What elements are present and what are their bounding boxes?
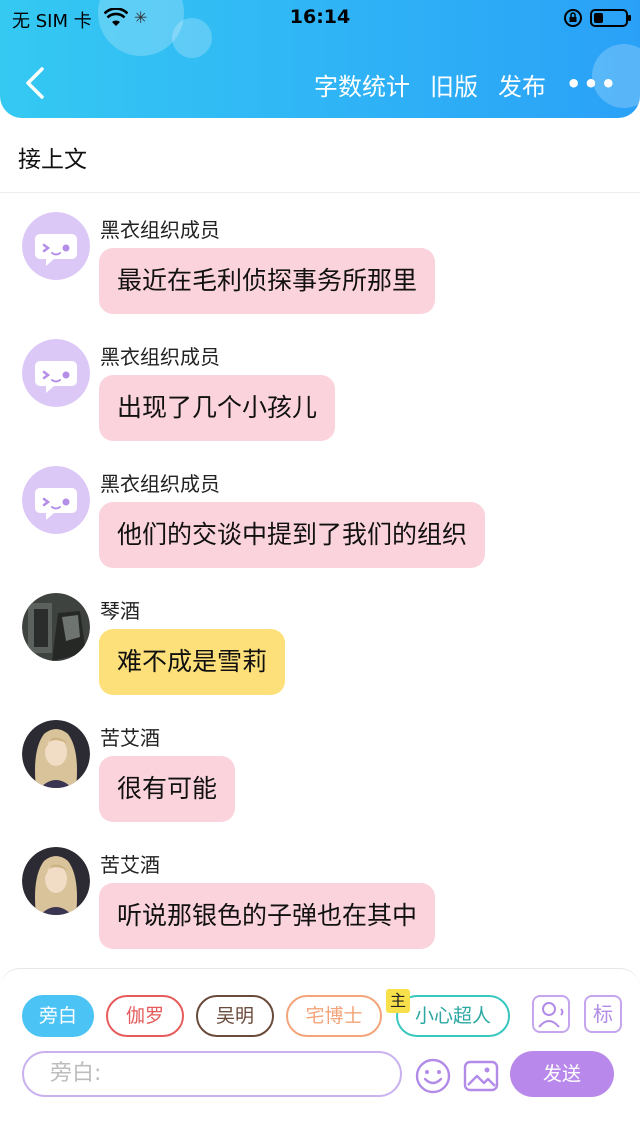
chat-bubble-icon[interactable] bbox=[22, 466, 90, 534]
chat-bubble-icon[interactable] bbox=[22, 339, 90, 407]
sender-name: 黑衣组织成员 bbox=[100, 218, 220, 242]
character-portrait[interactable] bbox=[22, 720, 90, 788]
role-chip[interactable]: 小心超人 bbox=[396, 995, 510, 1037]
nav-actions: 字数统计 旧版 发布 ••• bbox=[314, 64, 640, 104]
emoji-icon[interactable] bbox=[414, 1057, 452, 1095]
status-bar: 无 SIM 卡 ✳ 16:14 bbox=[0, 0, 640, 36]
character-manage-icon[interactable] bbox=[532, 995, 570, 1033]
sender-name: 苦艾酒 bbox=[100, 726, 160, 750]
role-chip[interactable]: 吴明 bbox=[196, 995, 274, 1037]
message-bubble[interactable]: 出现了几个小孩儿 bbox=[99, 375, 336, 441]
role-chip[interactable]: 伽罗 bbox=[106, 995, 184, 1037]
composer-panel: 旁白 伽罗 吴明 宅博士 小心超人 主 标 旁白: 发送 bbox=[0, 968, 640, 1139]
old-version-button[interactable]: 旧版 bbox=[430, 67, 478, 102]
character-portrait[interactable] bbox=[22, 847, 90, 915]
image-icon[interactable] bbox=[462, 1057, 500, 1095]
clock: 16:14 bbox=[289, 6, 351, 28]
word-count-button[interactable]: 字数统计 bbox=[314, 67, 410, 102]
message-bubble[interactable]: 很有可能 bbox=[99, 756, 236, 822]
publish-button[interactable]: 发布 bbox=[498, 67, 546, 102]
send-button[interactable]: 发送 bbox=[510, 1051, 614, 1097]
rotation-lock-icon bbox=[564, 9, 582, 27]
character-portrait[interactable] bbox=[22, 593, 90, 661]
battery-icon bbox=[590, 9, 631, 27]
top-bar: 无 SIM 卡 ✳ 16:14 字数统计 旧版 发布 ••• bbox=[0, 0, 640, 118]
back-arrow-icon[interactable] bbox=[22, 66, 52, 100]
role-chip[interactable]: 宅博士 bbox=[286, 995, 382, 1037]
message-bubble[interactable]: 最近在毛利侦探事务所那里 bbox=[99, 248, 436, 314]
more-menu-icon[interactable]: ••• bbox=[566, 70, 618, 98]
sender-name: 黑衣组织成员 bbox=[100, 345, 220, 369]
sender-name: 琴酒 bbox=[100, 599, 140, 623]
message-bubble[interactable]: 听说那银色的子弹也在其中 bbox=[99, 883, 436, 949]
person-icon bbox=[538, 1002, 564, 1028]
sender-name: 苦艾酒 bbox=[100, 853, 160, 877]
host-badge: 主 bbox=[386, 989, 410, 1013]
message-bubble[interactable]: 难不成是雪莉 bbox=[99, 629, 286, 695]
context-label: 接上文 bbox=[18, 147, 87, 173]
message-input[interactable]: 旁白: bbox=[22, 1051, 402, 1097]
sender-name: 黑衣组织成员 bbox=[100, 472, 220, 496]
tag-button[interactable]: 标 bbox=[584, 995, 622, 1033]
continued-context-row[interactable]: 接上文 bbox=[0, 118, 640, 193]
message-bubble[interactable]: 他们的交谈中提到了我们的组织 bbox=[99, 502, 486, 568]
message-list[interactable]: 黑衣组织成员 最近在毛利侦探事务所那里 黑衣组织成员 出现了几个小孩儿 黑衣组织… bbox=[0, 194, 640, 966]
chat-bubble-icon[interactable] bbox=[22, 212, 90, 280]
role-chip-narrator[interactable]: 旁白 bbox=[22, 995, 94, 1037]
